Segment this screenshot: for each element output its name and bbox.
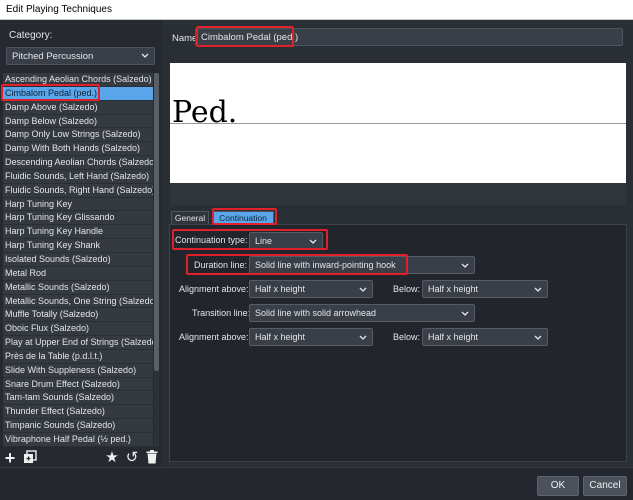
list-item[interactable]: Damp With Both Hands (Salzedo) (3, 142, 153, 157)
transition-line-value: Solid line with solid arrowhead (255, 308, 377, 318)
transition-line-label: Transition line: (192, 308, 251, 318)
list-item[interactable]: Isolated Sounds (Salzedo) (3, 253, 153, 267)
below-2-select[interactable]: Half x height (422, 328, 548, 346)
below-select[interactable]: Half x height (422, 280, 548, 298)
chevron-down-icon (534, 287, 542, 292)
continuation-type-select[interactable]: Line (249, 232, 323, 250)
preview-footer (170, 183, 626, 205)
tab-general[interactable]: General (171, 211, 209, 225)
chevron-down-icon (309, 239, 317, 244)
list-item[interactable]: Metallic Sounds, One String (Salzedo) (3, 295, 153, 309)
list-item[interactable]: Damp Below (Salzedo) (3, 115, 153, 129)
editor-panel: Name: Cimbalom Pedal (ped.) Ped. General… (163, 20, 633, 467)
list-item[interactable]: Descending Aeolian Chords (Salzedo) (3, 156, 153, 170)
list-item[interactable]: Muffle Totally (Salzedo) (3, 308, 153, 323)
list-scrollbar[interactable] (154, 73, 159, 447)
add-icon[interactable]: + (2, 449, 18, 467)
tab-continuation[interactable]: Continuation (212, 211, 274, 225)
list-item[interactable]: Harp Tuning Key (3, 198, 153, 212)
alignment-above-2-select[interactable]: Half x height (249, 328, 373, 346)
preview-glyph: Ped. (172, 95, 238, 130)
list-item[interactable]: Play at Upper End of Strings (Salzedo) (3, 336, 153, 350)
chevron-down-icon (461, 263, 469, 268)
list-item[interactable]: Fluidic Sounds, Right Hand (Salzedo) (3, 184, 153, 198)
chevron-down-icon (359, 287, 367, 292)
alignment-above-value: Half x height (255, 284, 306, 294)
name-field[interactable]: Cimbalom Pedal (ped.) (195, 28, 623, 46)
continuation-panel: Continuation type: Line Duration line: S… (169, 224, 627, 462)
list-item[interactable]: Près de la Table (p.d.l.t.) (3, 350, 153, 364)
tab-bar: General Continuation (169, 211, 627, 225)
list-item[interactable]: Metal Rod (3, 267, 153, 281)
preview-staff-line (170, 123, 626, 124)
chevron-down-icon (359, 335, 367, 340)
window-title: Edit Playing Techniques (6, 4, 112, 15)
list-item[interactable]: Metallic Sounds (Salzedo) (3, 281, 153, 295)
continuation-type-value: Line (255, 236, 273, 246)
list-item[interactable]: Harp Tuning Key Shank (3, 239, 153, 253)
list-item[interactable]: Harp Tuning Key Glissando (3, 211, 153, 226)
duration-line-label: Duration line: (194, 260, 248, 270)
list-item[interactable]: Damp Above (Salzedo) (3, 101, 153, 115)
reset-icon[interactable]: ↺ (124, 450, 140, 466)
list-item[interactable]: Ascending Aeolian Chords (Salzedo) (3, 73, 153, 87)
alignment-above-label: Alignment above: (179, 284, 249, 294)
list-item[interactable]: Tam-tam Sounds (Salzedo) (3, 391, 153, 406)
ok-button[interactable]: OK (537, 476, 579, 496)
list-toolbar: + ★ ↺ (0, 449, 162, 468)
alignment-above-2-value: Half x height (255, 332, 306, 342)
trash-icon[interactable] (144, 450, 160, 466)
list-item[interactable]: Vibraphone Half Pedal (½ ped.) (3, 433, 153, 447)
below-2-label: Below: (393, 332, 421, 342)
list-item[interactable]: Harp Tuning Key Handle (3, 225, 153, 240)
below-label: Below: (393, 284, 421, 294)
list-item[interactable]: Slide With Suppleness (Salzedo) (3, 364, 153, 378)
list-item[interactable]: Damp Only Low Strings (Salzedo) (3, 128, 153, 143)
list-item[interactable]: Fluidic Sounds, Left Hand (Salzedo) (3, 170, 153, 184)
cancel-button[interactable]: Cancel (583, 476, 627, 496)
duration-line-value: Solid line with inward-pointing hook (255, 260, 396, 270)
sidebar: Category: Pitched Percussion Ascending A… (0, 20, 162, 467)
chevron-down-icon (534, 335, 542, 340)
category-select[interactable]: Pitched Percussion (6, 47, 155, 65)
star-icon[interactable]: ★ (104, 450, 120, 466)
list-item[interactable]: Oboic Flux (Salzedo) (3, 322, 153, 337)
alignment-above-select[interactable]: Half x height (249, 280, 373, 298)
list-scrollbar-thumb[interactable] (154, 73, 159, 371)
alignment-above-2-label: Alignment above: (179, 332, 249, 342)
below-value: Half x height (428, 284, 479, 294)
list-item[interactable]: Timpanic Sounds (Salzedo) (3, 419, 153, 433)
chevron-down-icon (141, 53, 149, 58)
list-item[interactable]: Snare Drum Effect (Salzedo) (3, 378, 153, 392)
duration-line-select[interactable]: Solid line with inward-pointing hook (249, 256, 475, 274)
duplicate-icon[interactable] (22, 450, 38, 466)
dialog-footer: OK Cancel (0, 467, 633, 500)
chevron-down-icon (461, 311, 469, 316)
technique-list[interactable]: Ascending Aeolian Chords (Salzedo) Cimbal… (3, 73, 153, 447)
category-value: Pitched Percussion (12, 51, 94, 62)
preview-area: Ped. (170, 63, 626, 183)
category-label: Category: (9, 30, 53, 41)
list-item[interactable]: Thunder Effect (Salzedo) (3, 405, 153, 420)
window-titlebar: Edit Playing Techniques (0, 0, 633, 20)
continuation-type-label: Continuation type: (175, 235, 248, 245)
below-2-value: Half x height (428, 332, 479, 342)
transition-line-select[interactable]: Solid line with solid arrowhead (249, 304, 475, 322)
list-item[interactable]: Cimbalom Pedal (ped.) (3, 86, 153, 101)
